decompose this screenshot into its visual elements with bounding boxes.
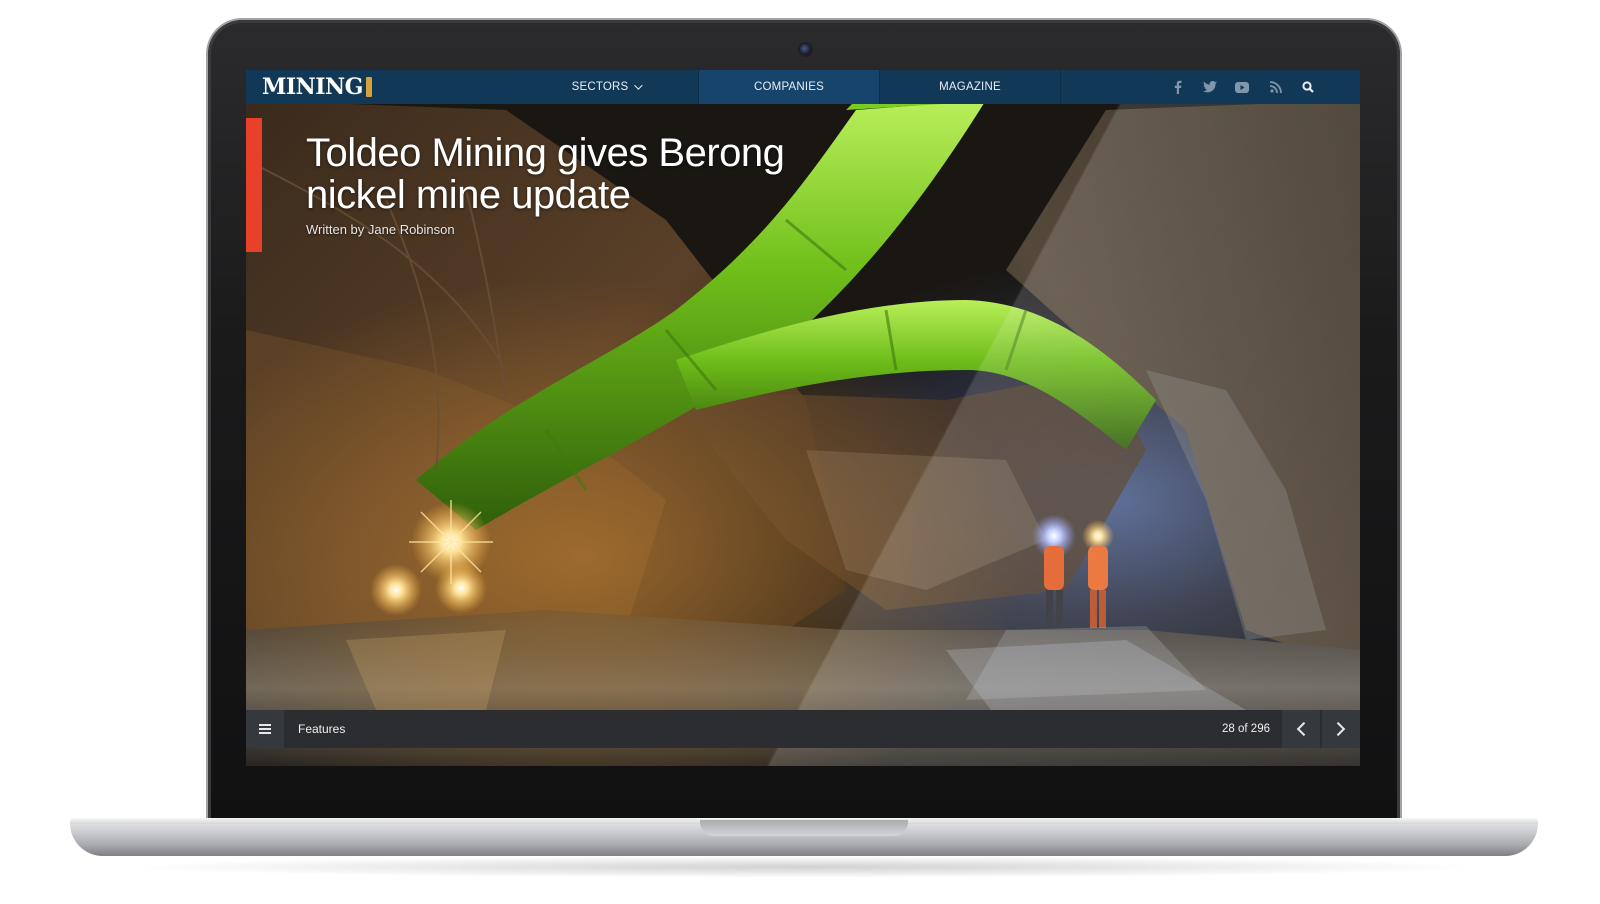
- page-counter: 28 of 296: [1222, 723, 1270, 735]
- webcam: [800, 44, 811, 55]
- chevron-down-icon: [634, 81, 644, 90]
- site-logo[interactable]: MINING: [262, 74, 372, 100]
- hamburger-icon: [259, 722, 271, 736]
- nav-magazine[interactable]: MAGAZINE: [880, 70, 1061, 104]
- nav-magazine-label: MAGAZINE: [939, 81, 1001, 93]
- youtube-icon[interactable]: [1228, 70, 1256, 104]
- laptop-hinge-notch: [700, 820, 908, 836]
- nav-sectors[interactable]: SECTORS: [516, 70, 696, 104]
- site-logo-text: MINING: [262, 74, 363, 100]
- headline-accent-bar: [246, 118, 262, 252]
- section-label[interactable]: Features: [298, 710, 345, 748]
- rss-icon[interactable]: [1262, 70, 1290, 104]
- laptop-base-shadow: [120, 856, 1488, 878]
- bottom-bar: Features 28 of 296: [246, 710, 1360, 748]
- chevron-left-icon: [1296, 721, 1311, 737]
- logo-mark: [365, 77, 372, 97]
- menu-button[interactable]: [246, 710, 284, 748]
- previous-button[interactable]: [1282, 710, 1320, 748]
- nav-companies-label: COMPANIES: [754, 81, 824, 93]
- article-title[interactable]: Toldeo Mining gives Berong nickel mine u…: [306, 132, 866, 216]
- next-button[interactable]: [1322, 710, 1360, 748]
- screen: MINING SECTORS COMPANIES MAGAZINE Toldeo…: [246, 70, 1360, 766]
- search-icon[interactable]: [1294, 70, 1322, 104]
- nav-sectors-label: SECTORS: [571, 81, 629, 93]
- facebook-icon[interactable]: [1164, 70, 1192, 104]
- chevron-right-icon: [1331, 721, 1346, 737]
- screen-bottom-bezel: [246, 766, 1360, 784]
- twitter-icon[interactable]: [1196, 70, 1224, 104]
- nav-companies[interactable]: COMPANIES: [698, 70, 880, 104]
- top-navigation: MINING SECTORS COMPANIES MAGAZINE: [246, 70, 1360, 104]
- article-byline: Written by Jane Robinson: [306, 222, 455, 237]
